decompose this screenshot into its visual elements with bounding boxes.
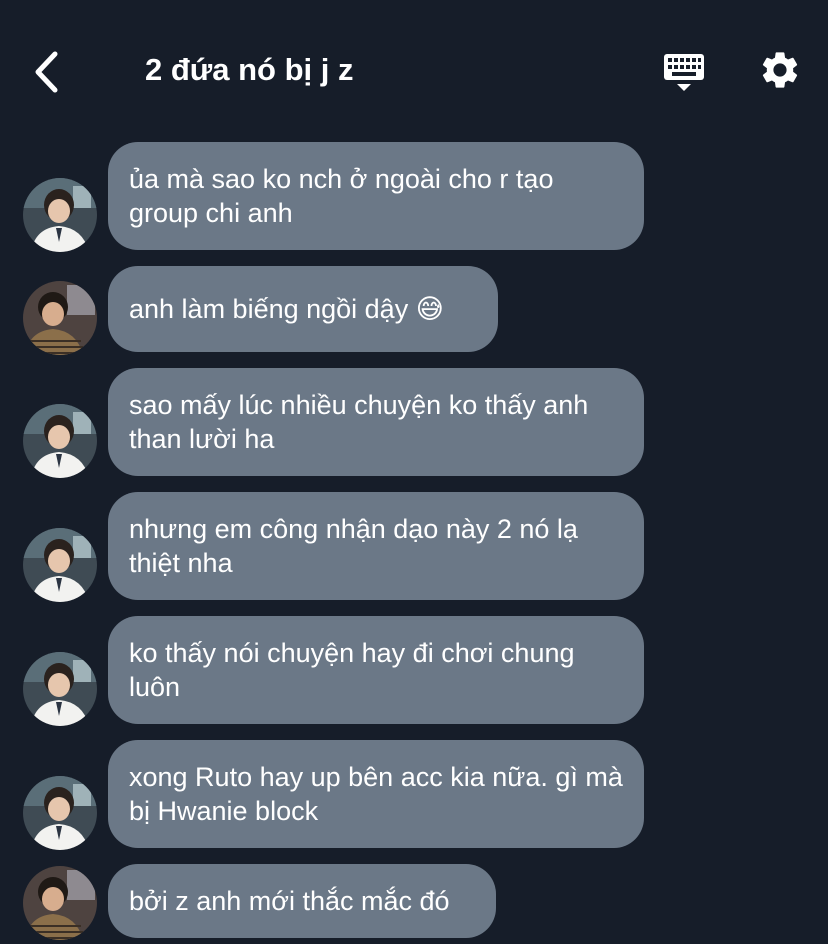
chat-header: 2 đứa nó bị j z <box>0 0 828 140</box>
message-text: sao mấy lúc nhiều chuyện ko thấy anh tha… <box>129 390 589 454</box>
keyboard-button[interactable] <box>656 44 712 100</box>
message-text: xong Ruto hay up bên acc kia nữa. gì mà … <box>129 762 623 826</box>
avatar-b-image <box>23 281 97 355</box>
avatar-a-image <box>23 776 97 850</box>
back-button[interactable] <box>24 44 68 100</box>
message-bubble[interactable]: ko thấy nói chuyện hay đi chơi chung luô… <box>108 616 644 724</box>
gear-icon <box>762 52 798 88</box>
avatar[interactable] <box>23 404 97 478</box>
chat-title: 2 đứa nó bị j z <box>145 52 354 87</box>
message-bubble[interactable]: anh làm biếng ngồi dậy 😅 <box>108 266 498 352</box>
message-text: nhưng em công nhận dạo này 2 nó lạ thiệt… <box>129 514 578 578</box>
message-bubble[interactable]: sao mấy lúc nhiều chuyện ko thấy anh tha… <box>108 368 644 476</box>
settings-button[interactable] <box>752 42 808 98</box>
avatar[interactable] <box>23 281 97 355</box>
avatar-a-image <box>23 404 97 478</box>
avatar-a-image <box>23 178 97 252</box>
keyboard-icon <box>664 54 704 91</box>
message-text: ko thấy nói chuyện hay đi chơi chung luô… <box>129 638 575 702</box>
message-text: bởi z anh mới thắc mắc đó <box>129 886 450 916</box>
avatar[interactable] <box>23 866 97 940</box>
message-text: anh làm biếng ngồi dậy 😅 <box>129 294 444 324</box>
message-text: ủa mà sao ko nch ở ngoài cho r tạo group… <box>129 164 554 228</box>
avatar[interactable] <box>23 528 97 602</box>
message-bubble[interactable]: nhưng em công nhận dạo này 2 nó lạ thiệt… <box>108 492 644 600</box>
avatar-b-image <box>23 866 97 940</box>
message-bubble[interactable]: xong Ruto hay up bên acc kia nữa. gì mà … <box>108 740 644 848</box>
avatar[interactable] <box>23 776 97 850</box>
chevron-left-icon <box>35 51 58 93</box>
message-bubble[interactable]: ủa mà sao ko nch ở ngoài cho r tạo group… <box>108 142 644 250</box>
avatar-a-image <box>23 528 97 602</box>
avatar[interactable] <box>23 178 97 252</box>
message-bubble[interactable]: bởi z anh mới thắc mắc đó <box>108 864 496 938</box>
avatar[interactable] <box>23 652 97 726</box>
avatar-a-image <box>23 652 97 726</box>
